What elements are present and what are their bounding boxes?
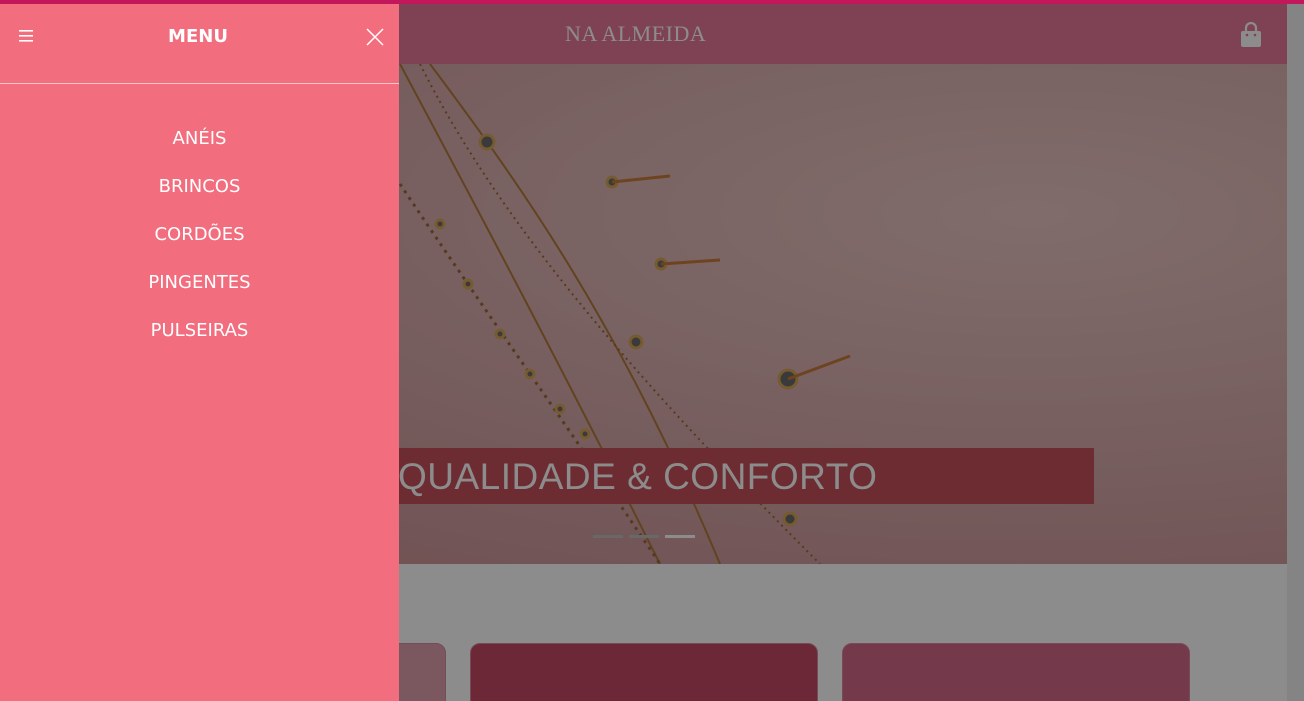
side-menu-drawer: MENU ANÉIS BRINCOS CORDÕES PINGENTES PUL… [0,4,399,701]
menu-item-cordoes[interactable]: CORDÕES [0,221,399,269]
drawer-header: MENU [0,4,399,84]
close-icon[interactable] [366,28,384,46]
top-accent-strip [0,0,1304,4]
menu-item-pulseiras[interactable]: PULSEIRAS [0,317,399,365]
menu-title: MENU [168,26,228,47]
menu-item-aneis[interactable]: ANÉIS [0,125,399,173]
menu-list: ANÉIS BRINCOS CORDÕES PINGENTES PULSEIRA… [0,125,399,365]
menu-item-brincos[interactable]: BRINCOS [0,173,399,221]
menu-item-pingentes[interactable]: PINGENTES [0,269,399,317]
